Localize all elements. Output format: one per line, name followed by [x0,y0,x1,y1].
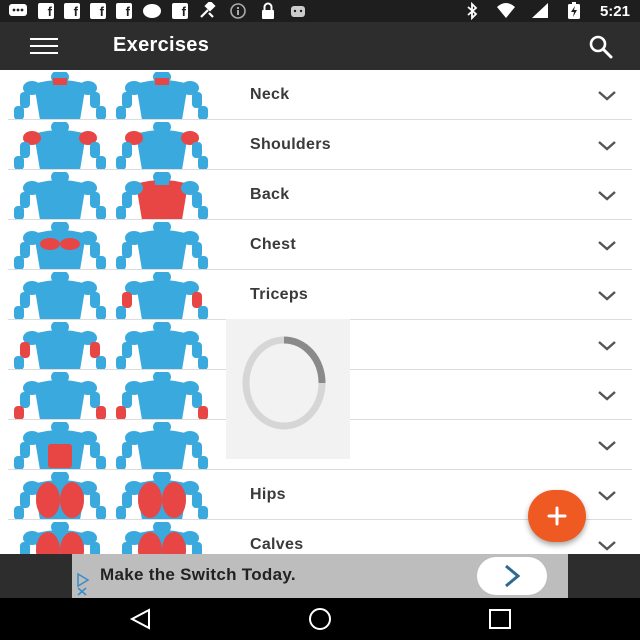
muscle-diagram-image [14,422,208,470]
muscle-diagram-image [14,322,208,370]
app-bar: Exercises [0,22,640,70]
facebook-icon: f [64,3,80,19]
muscle-diagram-image [14,372,208,420]
ad-banner[interactable]: Make the Switch Today. [72,554,568,598]
chevron-down-icon[interactable] [596,240,618,252]
plus-icon [547,506,567,526]
chevron-down-icon[interactable] [596,540,618,552]
chevron-down-icon[interactable] [596,340,618,352]
notification-icons: f f f f f [8,2,308,20]
recents-square-icon[interactable] [486,607,514,631]
chevron-down-icon[interactable] [596,490,618,502]
chevron-down-icon[interactable] [596,140,618,152]
exercise-label: Shoulders [250,136,331,153]
exercise-row[interactable]: Shoulders [0,120,640,170]
ad-text: Make the Switch Today. [100,565,296,584]
chat-icon [9,4,27,16]
adchoices-icon[interactable] [74,572,92,596]
system-icons: 5:21 [462,2,630,20]
exercise-label: Triceps [250,286,309,303]
exercise-label: Calves [250,536,304,553]
battery-charging-icon [567,2,580,19]
exercise-row[interactable]: Back [0,170,640,220]
muscle-diagram-image [14,172,208,220]
status-bar: f f f f f 5:21 [0,0,640,22]
home-circle-icon[interactable] [306,607,334,631]
exercise-row[interactable]: Triceps [0,270,640,320]
bluetooth-icon [467,2,478,20]
info-icon [230,3,246,19]
chevron-down-icon[interactable] [596,290,618,302]
cell-signal-icon [531,3,548,18]
muscle-diagram-image [14,122,208,170]
facebook-icon: f [90,3,106,19]
navigation-bar [0,598,640,640]
satellite-icon [200,2,216,18]
muscle-diagram-image [14,222,208,270]
loading-spinner-icon [242,336,326,430]
add-exercise-button[interactable] [528,490,586,542]
status-time: 5:21 [599,2,630,20]
loading-spinner [226,319,350,459]
chevron-down-icon[interactable] [596,190,618,202]
exercise-label: Back [250,186,290,203]
exercise-label: Chest [250,236,296,253]
facebook-icon: f [172,3,188,19]
chevron-down-icon[interactable] [596,90,618,102]
chevron-down-icon[interactable] [596,390,618,402]
android-icon [291,6,305,17]
exercise-list[interactable]: NeckShouldersBackChestTricepsalsHipsCalv… [0,70,640,554]
chevron-down-icon[interactable] [596,440,618,452]
hamburger-menu-icon[interactable] [30,38,58,54]
page-title: Exercises [113,34,210,56]
back-triangle-icon[interactable] [127,607,155,631]
circle-icon [143,4,161,18]
search-icon[interactable] [588,34,614,60]
facebook-icon: f [38,3,54,19]
exercise-row[interactable]: Neck [0,70,640,120]
facebook-icon: f [116,3,132,19]
muscle-diagram-image [14,272,208,320]
lock-icon [262,2,274,19]
exercise-label: Hips [250,486,286,503]
exercise-label: Neck [250,86,290,103]
exercise-row[interactable]: Chest [0,220,640,270]
muscle-diagram-image [20,522,202,554]
muscle-diagram-image [14,472,208,520]
wifi-icon [496,3,515,18]
muscle-diagram-image [14,72,208,120]
chevron-right-icon [505,564,521,588]
ad-open-button[interactable] [477,557,547,595]
